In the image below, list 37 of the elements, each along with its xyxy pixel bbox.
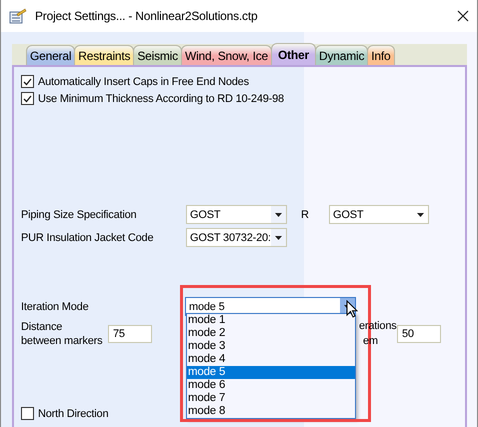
checkbox-label: North Direction (38, 408, 108, 420)
tab[interactable]: Wind, Snow, Ice (180, 45, 272, 65)
dropdown-arrow-icon (275, 236, 282, 240)
tab[interactable]: General (26, 45, 76, 65)
field-label: R (301, 208, 310, 220)
field-label: Piping Size Specification (21, 208, 138, 222)
dropdown-option[interactable]: mode 8 (187, 405, 355, 418)
close-icon[interactable] (457, 10, 469, 22)
tab[interactable]: Dynamic (315, 45, 368, 65)
dropdown[interactable]: GOST (186, 205, 287, 224)
window-title: Project Settings... - Nonlinear2Solutions.ctp (35, 9, 258, 23)
tab[interactable]: Info (367, 45, 394, 65)
settings-window-icon (9, 8, 27, 24)
dropdown-option[interactable]: mode 4 (187, 353, 355, 366)
tab[interactable]: Other (270, 43, 316, 65)
tab[interactable]: Seismic (133, 45, 182, 65)
checkbox[interactable] (21, 92, 34, 105)
input-field[interactable]: 50 (397, 325, 441, 343)
dropdown[interactable]: GOST 30732-20: (186, 228, 287, 247)
dropdown[interactable]: GOST (329, 205, 429, 224)
input-field[interactable]: 75 (108, 325, 152, 343)
field-label: Distance between markers (21, 320, 104, 348)
checkbox[interactable] (21, 75, 34, 88)
dropdown-option[interactable]: mode 2 (187, 327, 355, 340)
dropdown-option[interactable]: mode 7 (187, 392, 355, 405)
dropdown-option[interactable]: mode 3 (187, 340, 355, 353)
checkbox-label: Automatically Insert Caps in Free End Nodes (38, 76, 249, 88)
field-label: Iteration Mode (21, 300, 90, 314)
field-label: PUR Insulation Jacket Code (21, 230, 154, 244)
dropdown-option[interactable]: mode 6 (187, 379, 355, 392)
checkbox[interactable] (21, 407, 34, 420)
checkbox-label: Use Minimum Thickness According to RD 10-249-98 (38, 92, 284, 104)
dropdown-arrow-icon (275, 212, 282, 216)
dropdown-option[interactable]: mode 1 (187, 314, 355, 327)
tab[interactable]: Restraints (74, 45, 134, 65)
dropdown-option[interactable]: mode 5 (187, 366, 355, 379)
dropdown-arrow-icon (417, 212, 424, 216)
